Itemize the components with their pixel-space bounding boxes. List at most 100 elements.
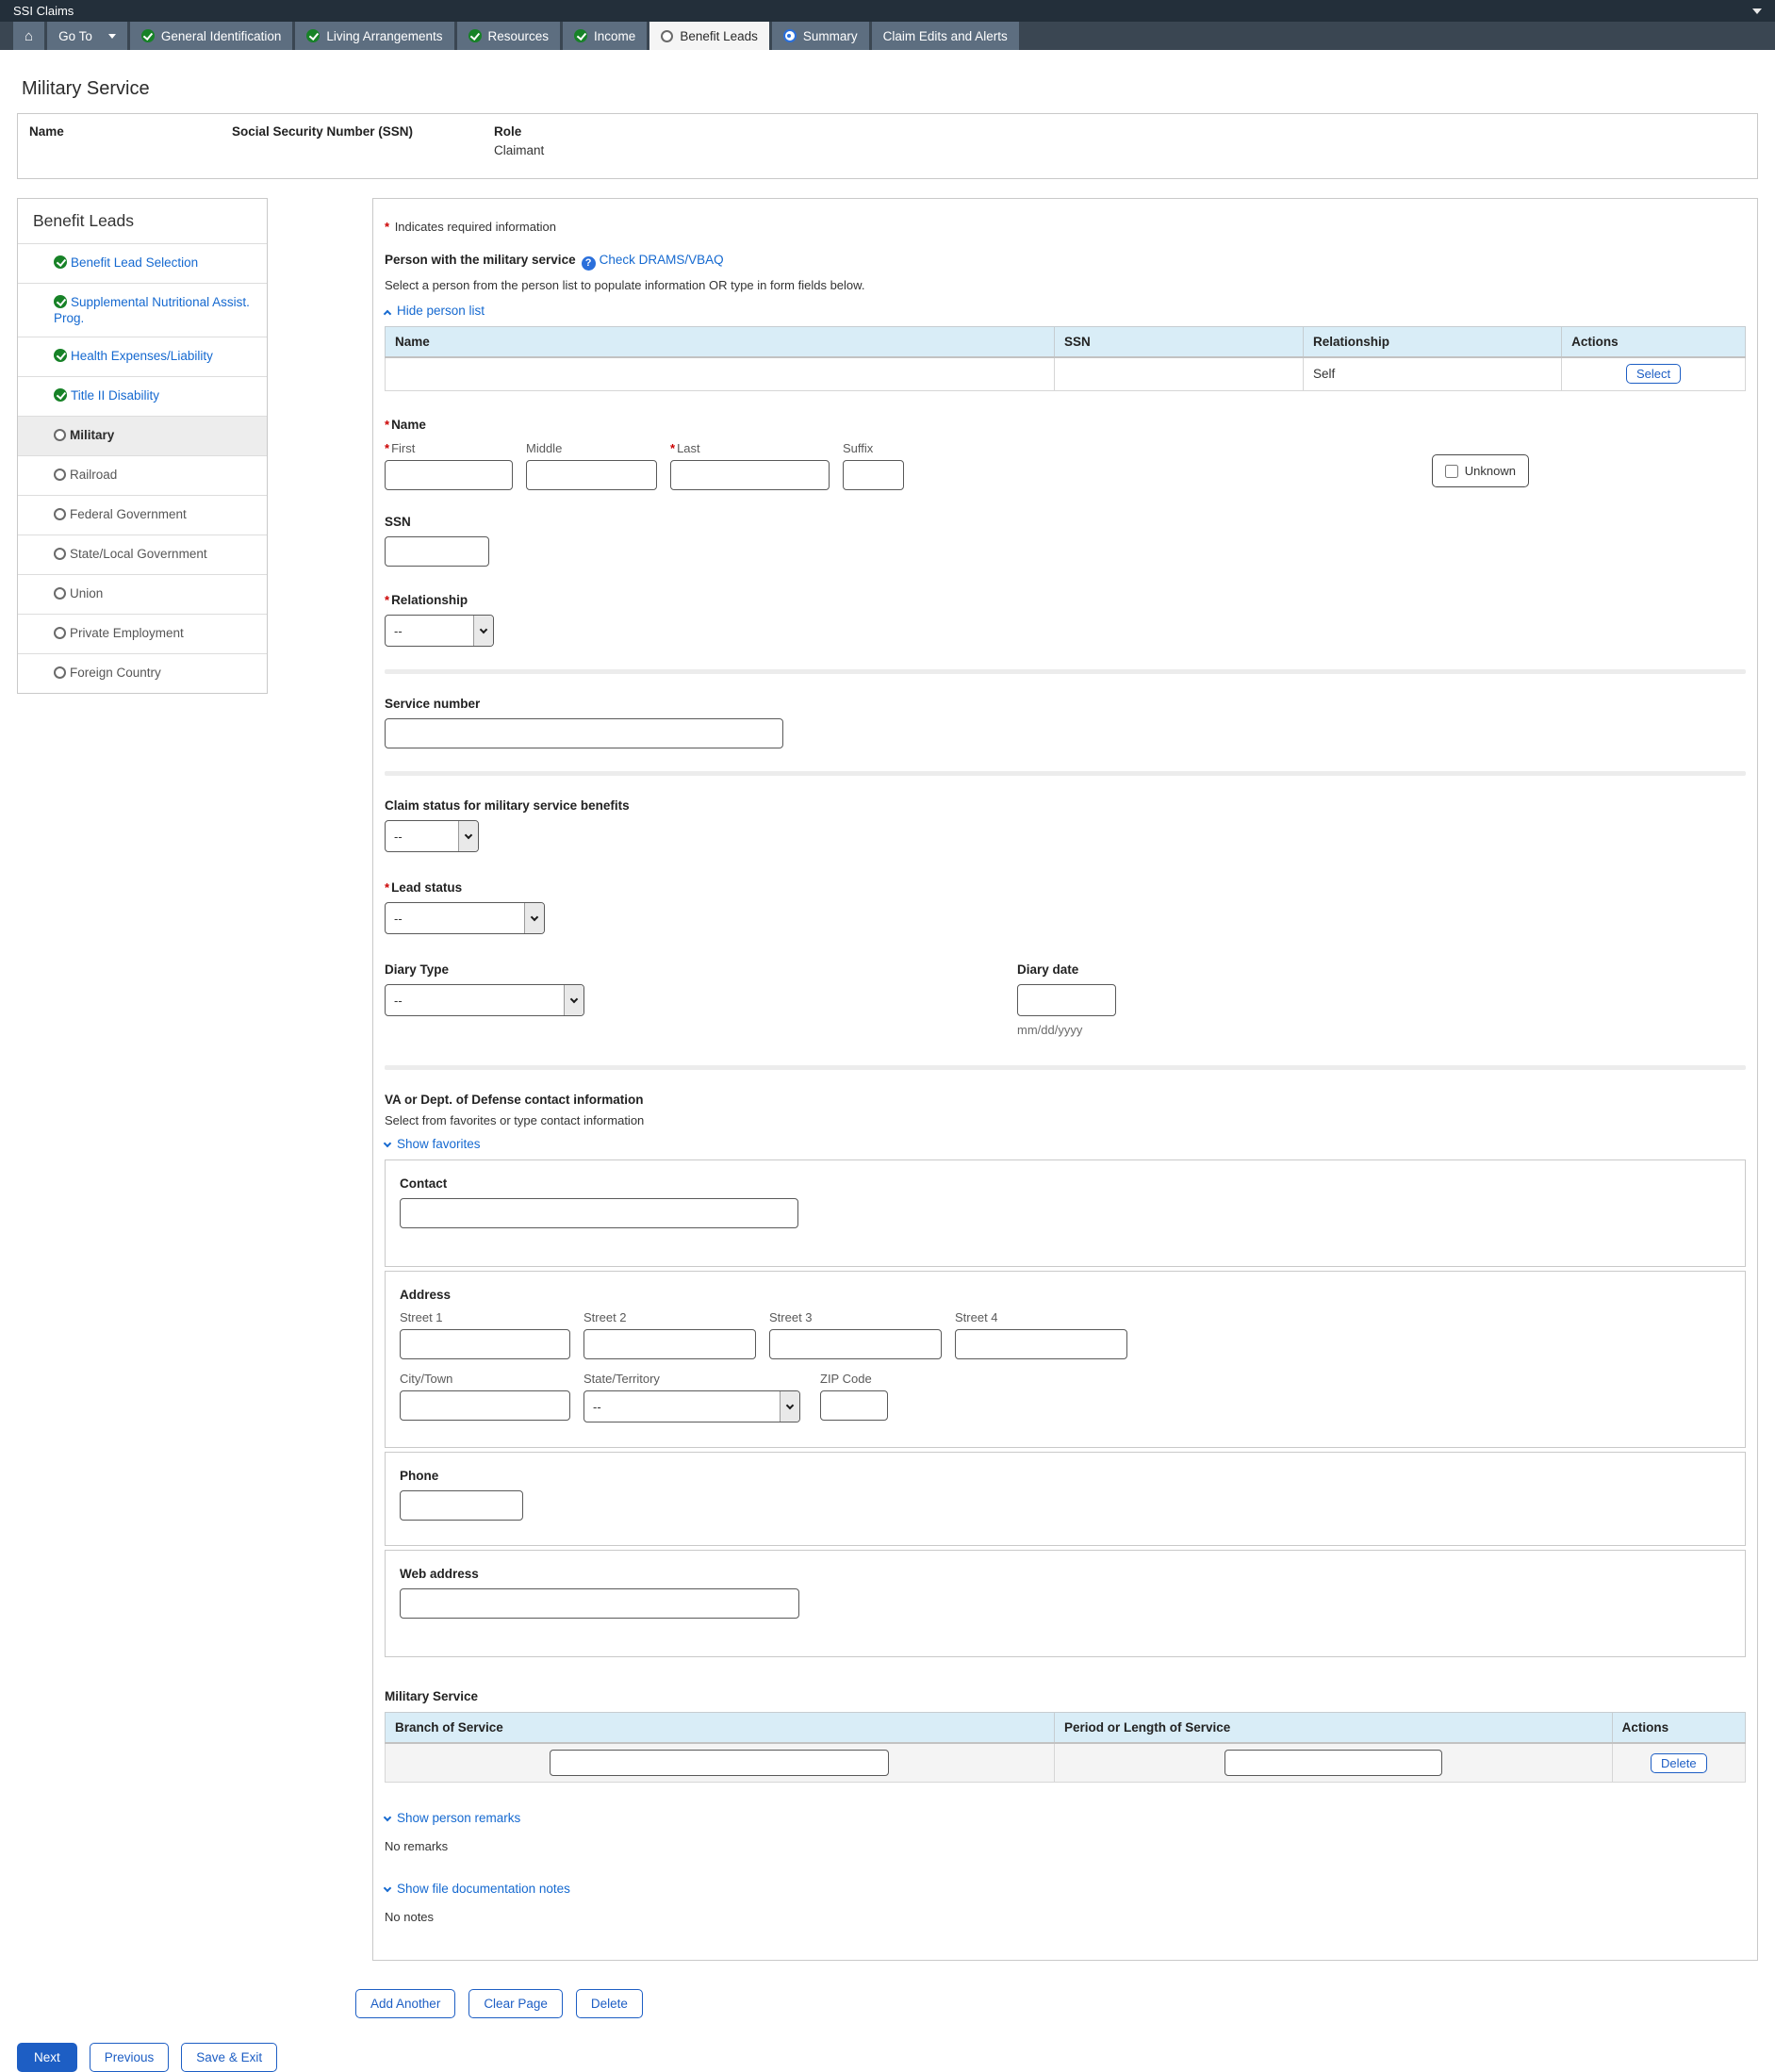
sidebar-item-title-ii-disability[interactable]: Title II Disability	[18, 376, 267, 416]
service-number-label: Service number	[385, 697, 481, 711]
chevron-down-icon	[383, 1139, 392, 1148]
contact-label: Contact	[400, 1176, 448, 1191]
tab-living-arrangements[interactable]: Living Arrangements	[295, 22, 454, 50]
sidebar-item-federal-government[interactable]: Federal Government	[18, 495, 267, 534]
chevron-down-icon	[383, 1813, 392, 1822]
window-menu-caret-icon[interactable]	[1752, 8, 1762, 14]
branch-of-service-input[interactable]	[550, 1750, 890, 1776]
tab-label: General Identification	[160, 28, 282, 43]
tab-label: Living Arrangements	[326, 28, 443, 43]
city-label: City/Town	[400, 1372, 453, 1386]
required-info-note: * Indicates required information	[385, 220, 556, 234]
zip-input[interactable]	[820, 1390, 888, 1421]
go-to-menu-button[interactable]: Go To	[47, 22, 127, 50]
caret-down-icon	[107, 33, 116, 39]
add-another-button[interactable]: Add Another	[355, 1989, 456, 2018]
va-contact-instruction: Select from favorites or type contact in…	[385, 1113, 645, 1127]
web-address-input[interactable]	[400, 1588, 799, 1619]
state-select[interactable]: --	[583, 1390, 800, 1422]
sidebar-item-state-local-government[interactable]: State/Local Government	[18, 534, 267, 574]
period-of-service-input[interactable]	[1224, 1750, 1442, 1776]
sidebar-item-private-employment[interactable]: Private Employment	[18, 614, 267, 653]
previous-button[interactable]: Previous	[89, 2043, 170, 2072]
show-file-documentation-notes-link[interactable]: Show file documentation notes	[383, 1882, 570, 1896]
person-picker-instruction: Select a person from the person list to …	[385, 277, 865, 292]
web-address-label: Web address	[400, 1567, 479, 1581]
unknown-checkbox[interactable]	[1444, 464, 1458, 478]
sidebar-item-military[interactable]: Military	[18, 416, 267, 455]
tab-summary[interactable]: Summary	[771, 22, 869, 50]
tab-label: Benefit Leads	[680, 28, 758, 43]
diary-type-label: Diary Type	[385, 962, 450, 977]
service-number-input[interactable]	[385, 718, 783, 748]
sidebar-item-railroad[interactable]: Railroad	[18, 455, 267, 495]
dropdown-arrow-icon	[473, 616, 493, 646]
last-name-input[interactable]	[670, 460, 830, 490]
required-marker: *	[385, 418, 390, 432]
street4-input[interactable]	[955, 1329, 1127, 1359]
tab-income[interactable]: Income	[563, 22, 648, 50]
remarks-empty-text: No remarks	[385, 1839, 449, 1853]
radio-circle-icon	[54, 469, 66, 481]
sidebar-item-foreign-country[interactable]: Foreign Country	[18, 653, 267, 693]
first-name-input[interactable]	[385, 460, 513, 490]
delete-button[interactable]: Delete	[575, 1989, 643, 2018]
window-title-bar: SSI Claims	[0, 0, 1775, 22]
sidebar-item-label: Federal Government	[70, 507, 187, 521]
street2-input[interactable]	[583, 1329, 756, 1359]
city-input[interactable]	[400, 1390, 570, 1421]
military-table-row: Delete	[385, 1742, 1747, 1783]
ssn-input[interactable]	[385, 536, 489, 567]
last-name-label: Last	[677, 441, 700, 455]
claimant-name-label: Name	[29, 124, 64, 139]
home-icon: ⌂	[25, 27, 34, 44]
lead-status-select[interactable]: --	[385, 902, 545, 934]
claim-status-select[interactable]: --	[385, 820, 479, 852]
tab-claim-edits-and-alerts[interactable]: Claim Edits and Alerts	[871, 22, 1019, 50]
clear-page-button[interactable]: Clear Page	[468, 1989, 563, 2018]
diary-type-select[interactable]: --	[385, 984, 584, 1016]
sidebar-item-union[interactable]: Union	[18, 574, 267, 614]
street3-input[interactable]	[769, 1329, 942, 1359]
contact-input[interactable]	[400, 1198, 798, 1228]
street4-label: Street 4	[955, 1310, 998, 1324]
tab-general-identification[interactable]: General Identification	[129, 22, 293, 50]
page-title: Military Service	[22, 78, 150, 99]
sidebar-item-health-expenses[interactable]: Health Expenses/Liability	[18, 337, 267, 376]
phone-input[interactable]	[400, 1490, 523, 1521]
military-form-panel: * Indicates required information Person …	[372, 198, 1758, 1961]
show-person-remarks-link[interactable]: Show person remarks	[383, 1811, 520, 1825]
relationship-label: Relationship	[391, 593, 468, 607]
page-actions: Add Another Clear Page Delete	[355, 1989, 1775, 2018]
check-drams-link[interactable]: Check DRAMS/VBAQ	[600, 253, 724, 267]
address-label: Address	[400, 1288, 452, 1302]
radio-circle-icon	[54, 627, 66, 639]
tab-benefit-leads[interactable]: Benefit Leads	[649, 22, 769, 50]
diary-date-input[interactable]	[1017, 984, 1116, 1016]
sidebar-item-supplemental-nutritional[interactable]: Supplemental Nutritional Assist. Prog.	[18, 283, 267, 337]
claimant-role-value: Claimant	[494, 143, 545, 157]
relationship-select[interactable]: --	[385, 615, 494, 647]
sidebar-item-label: Supplemental Nutritional Assist. Prog.	[54, 295, 250, 325]
check-circle-icon	[574, 29, 588, 42]
show-favorites-link[interactable]: Show favorites	[383, 1137, 481, 1151]
middle-name-input[interactable]	[526, 460, 657, 490]
sidebar-item-benefit-lead-selection[interactable]: Benefit Lead Selection	[18, 243, 267, 283]
street1-input[interactable]	[400, 1329, 570, 1359]
select-person-button[interactable]: Select	[1626, 364, 1682, 385]
diary-date-label: Diary date	[1017, 962, 1079, 977]
street2-label: Street 2	[583, 1310, 627, 1324]
name-unknown-box: Unknown	[1431, 454, 1529, 487]
delete-row-button[interactable]: Delete	[1651, 1752, 1707, 1773]
tab-resources[interactable]: Resources	[456, 22, 561, 50]
web-address-groupbox: Web address	[385, 1550, 1746, 1657]
save-exit-button[interactable]: Save & Exit	[181, 2043, 278, 2072]
military-service-table: Branch of Service Period or Length of Se…	[385, 1712, 1747, 1783]
hide-person-list-link[interactable]: Hide person list	[383, 304, 485, 318]
next-button[interactable]: Next	[17, 2043, 77, 2072]
claimant-summary-box: Name Social Security Number (SSN) Role C…	[17, 113, 1758, 179]
home-button[interactable]: ⌂	[13, 22, 45, 50]
sidebar-item-label: Military	[70, 428, 115, 442]
help-icon[interactable]: ?	[581, 255, 596, 271]
suffix-input[interactable]	[843, 460, 904, 490]
